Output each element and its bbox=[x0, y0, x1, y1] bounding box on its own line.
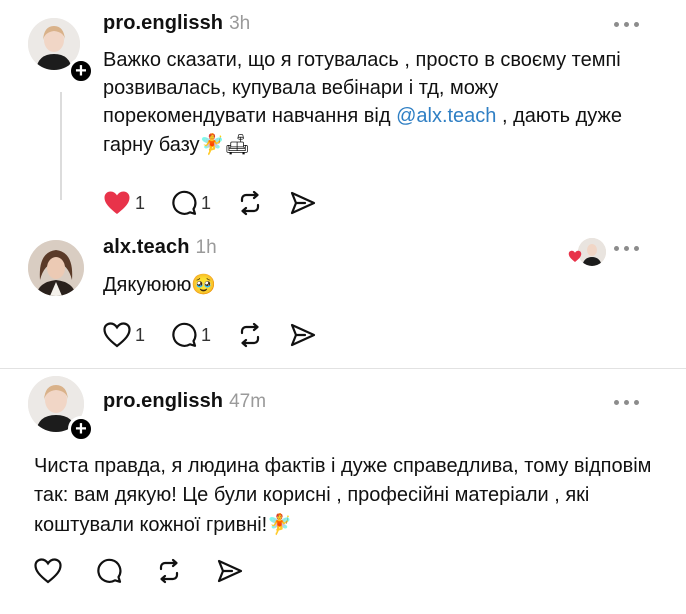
comment-icon bbox=[97, 558, 122, 583]
thread-line bbox=[60, 92, 62, 200]
reply-count: 1 bbox=[201, 324, 212, 345]
heart-icon bbox=[104, 191, 130, 214]
send-icon bbox=[290, 323, 316, 347]
comment-icon bbox=[172, 322, 197, 347]
more-icon[interactable] bbox=[614, 22, 639, 27]
reply-count: 1 bbox=[201, 192, 212, 213]
timestamp: 47m bbox=[229, 391, 267, 412]
username[interactable]: alx.teach bbox=[103, 236, 190, 259]
emoji: 🥹 bbox=[191, 272, 217, 296]
heart-icon bbox=[34, 558, 62, 584]
reply-button[interactable]: 1 bbox=[171, 190, 211, 216]
post-text: Чиста правда, я людина фактів і дуже спр… bbox=[34, 455, 652, 536]
share-button[interactable] bbox=[289, 190, 317, 216]
emoji: 🧚 bbox=[267, 512, 293, 536]
emoji: 🧚🛋 bbox=[199, 132, 250, 156]
heart-icon bbox=[103, 322, 131, 348]
timestamp: 3h bbox=[229, 13, 251, 34]
follow-plus-icon[interactable]: + bbox=[68, 416, 94, 442]
repost-button[interactable] bbox=[237, 190, 263, 216]
like-button[interactable] bbox=[34, 558, 62, 584]
like-button[interactable]: 1 bbox=[103, 322, 145, 348]
reply-button[interactable]: 1 bbox=[171, 322, 211, 348]
repost-icon bbox=[240, 322, 260, 348]
more-icon[interactable] bbox=[614, 246, 639, 251]
like-button[interactable]: 1 bbox=[103, 190, 145, 216]
share-button[interactable] bbox=[216, 558, 244, 584]
send-icon bbox=[290, 191, 316, 215]
avatar[interactable] bbox=[28, 240, 84, 296]
repost-button[interactable] bbox=[156, 558, 182, 584]
post-actions: 1 1 bbox=[103, 322, 343, 348]
mention-link[interactable]: @alx.teach bbox=[396, 105, 496, 127]
repost-icon bbox=[240, 190, 260, 216]
share-button[interactable] bbox=[289, 322, 317, 348]
follow-plus-icon[interactable]: + bbox=[68, 58, 94, 84]
post-text: Дякуююю🥹 bbox=[103, 272, 217, 296]
timestamp: 1h bbox=[195, 237, 217, 258]
repost-icon bbox=[159, 558, 179, 584]
divider bbox=[0, 368, 686, 369]
username[interactable]: pro.englissh bbox=[103, 390, 223, 413]
comment-icon bbox=[172, 190, 197, 215]
liked-heart-icon bbox=[568, 250, 582, 262]
username[interactable]: pro.englissh bbox=[103, 12, 223, 35]
send-icon bbox=[217, 559, 243, 583]
repost-button[interactable] bbox=[237, 322, 263, 348]
post-text: Важко сказати, що я готувалась , просто … bbox=[103, 49, 622, 156]
reply-button[interactable] bbox=[96, 558, 122, 584]
like-count: 1 bbox=[135, 324, 146, 345]
like-count: 1 bbox=[135, 192, 146, 213]
author-liked-avatar bbox=[578, 238, 606, 266]
post-actions bbox=[34, 558, 270, 584]
more-icon[interactable] bbox=[614, 400, 639, 405]
post-actions: 1 1 bbox=[103, 190, 343, 216]
